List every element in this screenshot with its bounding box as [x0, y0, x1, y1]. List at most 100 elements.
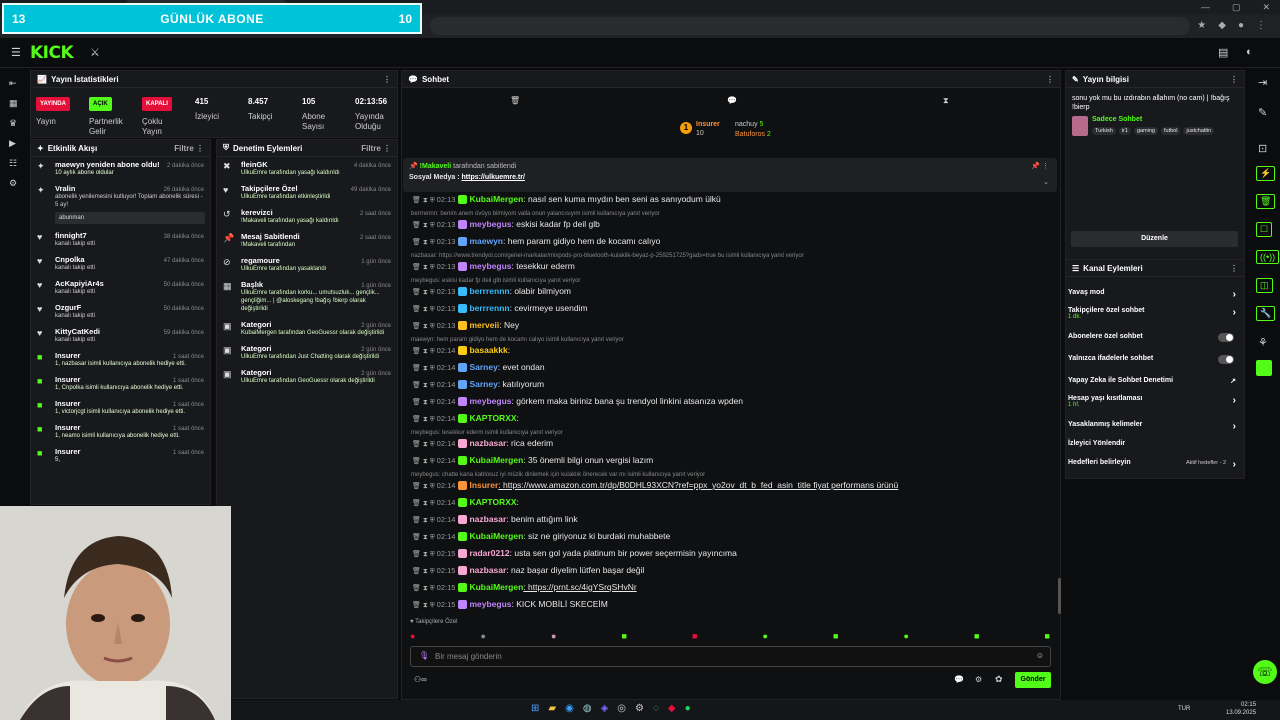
menu-icon[interactable]: ⋮ — [1256, 20, 1266, 31]
message-mod-icons[interactable]: 🗑 ⧗ ⛨ — [412, 289, 437, 296]
activity-item[interactable]: ■ Insurer 1, nazbasar isimli kullanıcıya a… — [31, 348, 210, 372]
modlog-item[interactable]: ♥ Takipçilere Özel UlkuEmre tarafından etk… — [217, 181, 397, 205]
chat-message[interactable]: 🗑 ⧗ ⛨ 02:15 meybegus: KICK MOBİLİ SKECEİM — [412, 599, 608, 610]
tag[interactable]: justchattin — [1183, 127, 1215, 135]
chat-message[interactable]: 🗑 ⧗ ⛨ 02:15 KubaiMergen: https://prnt.sc/… — [412, 582, 637, 593]
activity-item[interactable]: ♥ OzgurF kanalı takip etti 50 dakika önce — [31, 300, 210, 324]
close-icon[interactable]: ✕ — [1262, 2, 1270, 13]
rail-trophy-icon[interactable]: ♛ — [9, 116, 28, 130]
channel-action-row[interactable]: Yalnızca ifadelerle sohbet — [1068, 355, 1240, 364]
message-mod-icons[interactable]: 🗑 ⧗ ⛨ — [412, 441, 437, 448]
modlog-item[interactable]: ▣ Kategori UlkuEmre tarafından Just Chatti… — [217, 341, 397, 365]
message-username[interactable]: KAPTORXX — [469, 497, 516, 507]
emote-icon[interactable]: ■ — [692, 631, 697, 641]
emote-icon[interactable]: ■ — [622, 631, 627, 641]
message-username[interactable]: KAPTORXX — [469, 413, 516, 423]
chat-message[interactable]: 🗑 ⧗ ⛨ 02:13 berrrennn: cevirmeye usendim — [412, 303, 588, 314]
message-username[interactable]: KubaiMergen — [469, 582, 523, 592]
message-mod-icons[interactable]: 🗑 ⧗ ⛨ — [412, 399, 437, 406]
chat-menu-icon[interactable]: ⋮ — [1046, 75, 1054, 84]
emote-icon[interactable]: ■ — [833, 631, 838, 641]
message-mod-icons[interactable]: 🗑 ⧗ ⛨ — [412, 365, 437, 372]
message-username[interactable]: meybegus — [469, 261, 511, 271]
activity-item[interactable]: ✦ maewyn yeniden abone oldu! 10 aylık abon… — [31, 157, 210, 181]
tag[interactable]: Turkish — [1092, 127, 1116, 135]
message-mod-icons[interactable]: 🗑 ⧗ ⛨ — [412, 264, 437, 271]
channel-action-row[interactable]: Yapay Zeka ile Sohbet Denetimi ↗ — [1068, 377, 1240, 385]
reply-context[interactable]: nazbasar: https://www.trendyol.com/genel… — [411, 253, 804, 259]
message-mod-icons[interactable]: 🗑 ⧗ ⛨ — [412, 483, 437, 490]
chat-message[interactable]: 🗑 ⧗ ⛨ 02:14 Sarney: katılıyorum — [412, 379, 544, 390]
steam-icon[interactable]: ◍ — [583, 703, 592, 714]
chevron-down-icon[interactable]: ⌄ — [1043, 178, 1049, 186]
chat-message[interactable]: 🗑 ⧗ ⛨ 02:13 meybegus: eskisi kadar fp dei… — [412, 219, 600, 230]
tag[interactable]: gaming — [1133, 127, 1158, 135]
profile-icon[interactable]: ● — [1238, 20, 1244, 31]
message-mod-icons[interactable]: 🗑 ⧗ ⛨ — [412, 416, 437, 423]
chevron-right-icon[interactable]: › — [1233, 459, 1236, 470]
chat-message[interactable]: 🗑 ⧗ ⛨ 02:14 KAPTORXX: — [412, 413, 519, 424]
channel-action-row[interactable]: İzleyici Yönlendir — [1068, 440, 1240, 447]
modlog-item[interactable]: ▦ Başlık UlkuEmre tarafından korku... umut… — [217, 277, 397, 317]
message-mod-icons[interactable]: 🗑 ⧗ ⛨ — [412, 500, 437, 507]
channel-action-row[interactable]: Yasaklanmış kelimeler › — [1068, 421, 1240, 432]
reply-context[interactable]: maewyn: hem param gidiyo hem de kocamı c… — [411, 337, 624, 343]
hourglass-icon[interactable]: ⧗ — [943, 96, 949, 106]
toggle-switch[interactable] — [1218, 333, 1234, 342]
reply-context[interactable]: meybegus: chatte kana kablosuz iyi müzik… — [411, 472, 705, 478]
modlog-item[interactable]: ▣ Kategori UlkuEmre tarafından GeoGuessr o… — [217, 365, 397, 389]
channel-action-row[interactable]: Hesap yaşı kısıtlaması 1 hf. › — [1068, 395, 1240, 408]
message-mod-icons[interactable]: 🗑 ⧗ ⛨ — [412, 239, 437, 246]
spotify-icon[interactable]: ● — [685, 703, 691, 714]
message-username[interactable]: meybegus — [469, 599, 511, 609]
message-username[interactable]: berrrennn — [469, 286, 509, 296]
app-icon[interactable]: ◆ — [668, 703, 676, 714]
stats-menu-icon[interactable]: ⋮ — [383, 75, 391, 84]
chat-message[interactable]: 🗑 ⧗ ⛨ 02:13 maewyn: hem param gidiyo hem … — [412, 236, 660, 247]
channel-action-row[interactable]: Takipçilere özel sohbet 1 dk. › — [1068, 307, 1240, 320]
trash-icon[interactable]: 🗑 — [510, 96, 520, 105]
modlog-item[interactable]: 📌 Mesaj Sabitlendi !Makaveli tarafından 2 s… — [217, 229, 397, 253]
chat-rail-icon[interactable]: ◫ — [1256, 278, 1273, 293]
rail-video-icon[interactable]: ▶ — [9, 136, 28, 150]
message-username[interactable]: basaakkk — [469, 345, 507, 355]
message-mod-icons[interactable]: 🗑 ⧗ ⛨ — [412, 517, 437, 524]
activity-filter-button[interactable]: Filtre ⋮ — [174, 144, 204, 153]
settings-app-icon[interactable]: ⚙ — [635, 703, 644, 714]
message-mod-icons[interactable]: 🗑 ⧗ ⛨ — [412, 197, 437, 204]
chat-message[interactable]: 🗑 ⧗ ⛨ 02:13 berrrennn: olabir bilmiyom — [412, 286, 571, 297]
message-mod-icons[interactable]: 🗑 ⧗ ⛨ — [412, 458, 437, 465]
emoji-icon[interactable]: ☺ — [1036, 651, 1044, 660]
emote-icon[interactable]: ● — [410, 631, 415, 641]
mic-icon[interactable]: 🎙 — [419, 651, 429, 660]
modlog-item[interactable]: ▣ Kategori KubaiMergen tarafından GeoGuess… — [217, 317, 397, 341]
message-username[interactable]: nazbasar — [469, 565, 506, 575]
message-mod-icons[interactable]: 🗑 ⧗ ⛨ — [412, 222, 437, 229]
hamburger-menu-icon[interactable]: ☰ — [11, 46, 21, 59]
chat-message[interactable]: 🗑 ⧗ ⛨ 02:13 merveii: Ney — [412, 320, 519, 331]
emote-icon[interactable]: ● — [763, 631, 768, 641]
rail-dashboard-icon[interactable]: ▦ — [9, 96, 28, 110]
folder-icon[interactable]: ▰ — [548, 703, 556, 714]
message-mod-icons[interactable]: 🗑 ⧗ ⛨ — [412, 348, 437, 355]
emote-icon[interactable]: ■ — [1045, 631, 1050, 641]
edit-icon[interactable]: ✎ — [1258, 106, 1267, 119]
chevron-right-icon[interactable]: › — [1233, 395, 1236, 406]
actions-menu-icon[interactable]: ⋮ — [1230, 264, 1238, 273]
emote-icon[interactable]: ● — [481, 631, 486, 641]
info-menu-icon[interactable]: ⋮ — [1230, 75, 1238, 84]
message-username[interactable]: KubaiMergen — [469, 455, 523, 465]
chevron-right-icon[interactable]: › — [1233, 289, 1236, 300]
mod-sword-icon[interactable]: ⚔ — [90, 46, 100, 59]
reply-context[interactable]: meybegus: eskisi kadar fp deil glb isiml… — [411, 278, 580, 284]
expand-icon[interactable]: ⇥ — [1258, 76, 1267, 89]
message-username[interactable]: Sarney — [469, 379, 497, 389]
maximize-icon[interactable]: ▢ — [1232, 2, 1241, 13]
rail-users-icon[interactable]: ☷ — [9, 156, 28, 170]
pin-icon[interactable]: 📌 ⋮ — [1031, 162, 1049, 170]
emote-icon[interactable]: ● — [904, 631, 909, 641]
emote-icon[interactable]: ● — [551, 631, 556, 641]
edge-icon[interactable]: ◉ — [565, 703, 574, 714]
pinned-link[interactable]: https://ulkuemre.tr/ — [462, 174, 525, 181]
whatsapp-icon[interactable]: ◌ — [653, 703, 659, 714]
